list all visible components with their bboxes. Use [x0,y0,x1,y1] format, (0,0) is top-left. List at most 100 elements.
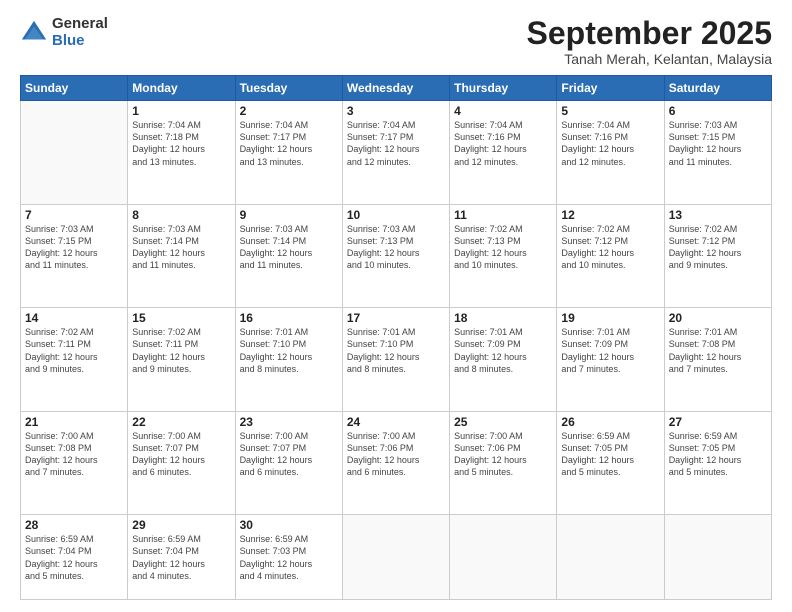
calendar-cell: 19Sunrise: 7:01 AMSunset: 7:09 PMDayligh… [557,308,664,412]
day-info: Sunrise: 6:59 AMSunset: 7:03 PMDaylight:… [240,533,338,582]
calendar-cell: 25Sunrise: 7:00 AMSunset: 7:06 PMDayligh… [450,411,557,515]
calendar-cell: 13Sunrise: 7:02 AMSunset: 7:12 PMDayligh… [664,204,771,308]
calendar-cell: 22Sunrise: 7:00 AMSunset: 7:07 PMDayligh… [128,411,235,515]
logo: General Blue [20,16,108,49]
day-number: 27 [669,415,767,429]
day-info: Sunrise: 7:01 AMSunset: 7:09 PMDaylight:… [561,326,659,375]
calendar-cell: 18Sunrise: 7:01 AMSunset: 7:09 PMDayligh… [450,308,557,412]
day-number: 28 [25,518,123,532]
day-number: 4 [454,104,552,118]
calendar-cell: 5Sunrise: 7:04 AMSunset: 7:16 PMDaylight… [557,101,664,205]
calendar-cell: 29Sunrise: 6:59 AMSunset: 7:04 PMDayligh… [128,515,235,600]
calendar-cell [557,515,664,600]
day-info: Sunrise: 7:04 AMSunset: 7:17 PMDaylight:… [240,119,338,168]
day-number: 25 [454,415,552,429]
calendar-cell [21,101,128,205]
day-info: Sunrise: 7:00 AMSunset: 7:07 PMDaylight:… [132,430,230,479]
day-number: 26 [561,415,659,429]
calendar-cell: 16Sunrise: 7:01 AMSunset: 7:10 PMDayligh… [235,308,342,412]
day-number: 29 [132,518,230,532]
day-number: 11 [454,208,552,222]
calendar-week-row: 1Sunrise: 7:04 AMSunset: 7:18 PMDaylight… [21,101,772,205]
day-info: Sunrise: 7:01 AMSunset: 7:10 PMDaylight:… [347,326,445,375]
calendar-table: SundayMondayTuesdayWednesdayThursdayFrid… [20,75,772,600]
day-number: 18 [454,311,552,325]
day-info: Sunrise: 7:03 AMSunset: 7:13 PMDaylight:… [347,223,445,272]
weekday-header-thursday: Thursday [450,76,557,101]
day-number: 20 [669,311,767,325]
page: General Blue September 2025 Tanah Merah,… [0,0,792,612]
calendar-cell: 4Sunrise: 7:04 AMSunset: 7:16 PMDaylight… [450,101,557,205]
calendar-cell: 27Sunrise: 6:59 AMSunset: 7:05 PMDayligh… [664,411,771,515]
logo-blue: Blue [52,33,108,50]
day-info: Sunrise: 7:00 AMSunset: 7:07 PMDaylight:… [240,430,338,479]
calendar-cell [342,515,449,600]
day-number: 8 [132,208,230,222]
day-info: Sunrise: 6:59 AMSunset: 7:04 PMDaylight:… [25,533,123,582]
day-number: 17 [347,311,445,325]
header: General Blue September 2025 Tanah Merah,… [20,16,772,67]
day-number: 16 [240,311,338,325]
calendar-cell: 9Sunrise: 7:03 AMSunset: 7:14 PMDaylight… [235,204,342,308]
day-info: Sunrise: 7:02 AMSunset: 7:11 PMDaylight:… [25,326,123,375]
calendar-cell: 24Sunrise: 7:00 AMSunset: 7:06 PMDayligh… [342,411,449,515]
day-number: 10 [347,208,445,222]
day-info: Sunrise: 7:02 AMSunset: 7:13 PMDaylight:… [454,223,552,272]
day-number: 24 [347,415,445,429]
logo-text: General Blue [52,16,108,49]
calendar-cell: 30Sunrise: 6:59 AMSunset: 7:03 PMDayligh… [235,515,342,600]
day-info: Sunrise: 6:59 AMSunset: 7:05 PMDaylight:… [561,430,659,479]
weekday-header-tuesday: Tuesday [235,76,342,101]
calendar-cell: 1Sunrise: 7:04 AMSunset: 7:18 PMDaylight… [128,101,235,205]
calendar-cell: 2Sunrise: 7:04 AMSunset: 7:17 PMDaylight… [235,101,342,205]
day-info: Sunrise: 7:01 AMSunset: 7:08 PMDaylight:… [669,326,767,375]
calendar-cell [450,515,557,600]
day-number: 21 [25,415,123,429]
day-info: Sunrise: 7:04 AMSunset: 7:16 PMDaylight:… [454,119,552,168]
month-title: September 2025 [527,16,772,51]
day-info: Sunrise: 7:00 AMSunset: 7:06 PMDaylight:… [454,430,552,479]
day-number: 13 [669,208,767,222]
day-number: 6 [669,104,767,118]
calendar-cell: 3Sunrise: 7:04 AMSunset: 7:17 PMDaylight… [342,101,449,205]
day-info: Sunrise: 7:00 AMSunset: 7:08 PMDaylight:… [25,430,123,479]
day-info: Sunrise: 7:04 AMSunset: 7:17 PMDaylight:… [347,119,445,168]
day-number: 7 [25,208,123,222]
location-subtitle: Tanah Merah, Kelantan, Malaysia [527,51,772,67]
weekday-header-sunday: Sunday [21,76,128,101]
day-number: 1 [132,104,230,118]
calendar-cell: 6Sunrise: 7:03 AMSunset: 7:15 PMDaylight… [664,101,771,205]
day-info: Sunrise: 7:02 AMSunset: 7:12 PMDaylight:… [561,223,659,272]
calendar-cell: 21Sunrise: 7:00 AMSunset: 7:08 PMDayligh… [21,411,128,515]
day-number: 2 [240,104,338,118]
day-info: Sunrise: 7:02 AMSunset: 7:11 PMDaylight:… [132,326,230,375]
calendar-cell: 11Sunrise: 7:02 AMSunset: 7:13 PMDayligh… [450,204,557,308]
day-number: 19 [561,311,659,325]
day-number: 14 [25,311,123,325]
calendar-cell [664,515,771,600]
logo-icon [20,19,48,47]
title-area: September 2025 Tanah Merah, Kelantan, Ma… [527,16,772,67]
calendar-cell: 26Sunrise: 6:59 AMSunset: 7:05 PMDayligh… [557,411,664,515]
day-number: 22 [132,415,230,429]
calendar-cell: 23Sunrise: 7:00 AMSunset: 7:07 PMDayligh… [235,411,342,515]
calendar-cell: 12Sunrise: 7:02 AMSunset: 7:12 PMDayligh… [557,204,664,308]
day-info: Sunrise: 7:03 AMSunset: 7:14 PMDaylight:… [240,223,338,272]
day-info: Sunrise: 7:04 AMSunset: 7:16 PMDaylight:… [561,119,659,168]
logo-general: General [52,16,108,33]
calendar-cell: 8Sunrise: 7:03 AMSunset: 7:14 PMDaylight… [128,204,235,308]
calendar-week-row: 28Sunrise: 6:59 AMSunset: 7:04 PMDayligh… [21,515,772,600]
calendar-cell: 17Sunrise: 7:01 AMSunset: 7:10 PMDayligh… [342,308,449,412]
calendar-cell: 15Sunrise: 7:02 AMSunset: 7:11 PMDayligh… [128,308,235,412]
day-info: Sunrise: 7:03 AMSunset: 7:15 PMDaylight:… [25,223,123,272]
calendar-cell: 20Sunrise: 7:01 AMSunset: 7:08 PMDayligh… [664,308,771,412]
day-info: Sunrise: 7:01 AMSunset: 7:09 PMDaylight:… [454,326,552,375]
weekday-header-row: SundayMondayTuesdayWednesdayThursdayFrid… [21,76,772,101]
day-info: Sunrise: 7:03 AMSunset: 7:15 PMDaylight:… [669,119,767,168]
day-info: Sunrise: 7:00 AMSunset: 7:06 PMDaylight:… [347,430,445,479]
day-info: Sunrise: 7:03 AMSunset: 7:14 PMDaylight:… [132,223,230,272]
weekday-header-wednesday: Wednesday [342,76,449,101]
day-number: 15 [132,311,230,325]
calendar-week-row: 7Sunrise: 7:03 AMSunset: 7:15 PMDaylight… [21,204,772,308]
calendar-week-row: 14Sunrise: 7:02 AMSunset: 7:11 PMDayligh… [21,308,772,412]
